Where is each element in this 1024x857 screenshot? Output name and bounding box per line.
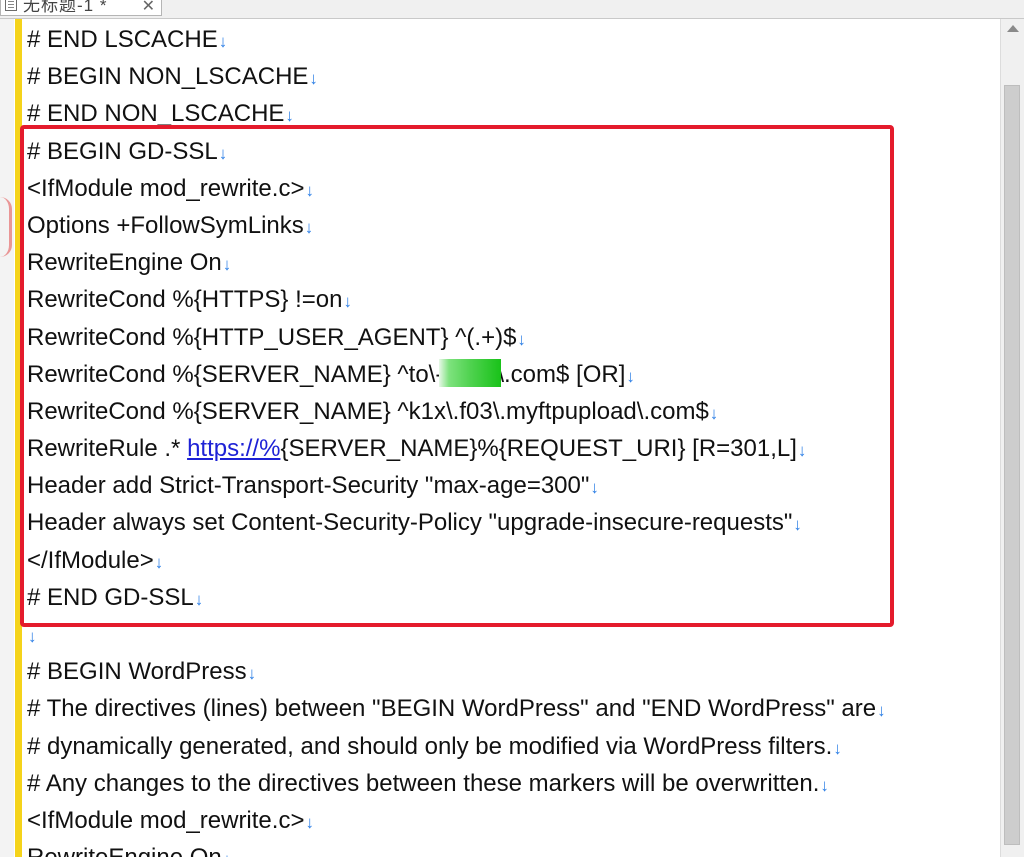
line-break-icon: ↓ <box>28 627 37 646</box>
line-break-icon: ↓ <box>517 329 526 349</box>
code-line[interactable]: # The directives (lines) between "BEGIN … <box>27 690 999 727</box>
url-link[interactable]: https://% <box>187 435 280 462</box>
line-break-icon: ↓ <box>626 366 635 386</box>
line-text: RewriteCond %{SERVER_NAME} ^to\- <box>27 360 444 388</box>
code-line[interactable]: # BEGIN GD-SSL↓ <box>27 133 999 170</box>
line-text: RewriteRule .* <box>27 435 188 463</box>
line-text: # END LSCACHE <box>27 26 218 53</box>
line-text: # dynamically generated, and should only… <box>27 732 833 760</box>
code-line[interactable]: # END NON_LSCACHE↓ <box>27 95 999 132</box>
code-line[interactable]: # END GD-SSL↓ <box>27 579 999 616</box>
line-text-after: {SERVER_NAME}%{REQUEST_URI} [R=301,L] <box>280 435 797 463</box>
code-line[interactable]: RewriteCond %{HTTP_USER_AGENT} ^(.+)$↓ <box>27 319 999 356</box>
line-text: RewriteCond %{SERVER_NAME} ^k1x\.f03\.my… <box>27 397 709 425</box>
line-break-icon: ↓ <box>305 180 314 200</box>
line-text: # Any changes to the directives between … <box>27 769 820 797</box>
line-break-icon: ↓ <box>247 664 257 684</box>
text-editor[interactable]: # END LSCACHE↓ # BEGIN NON_LSCACHE↓ # END … <box>27 19 999 857</box>
vertical-scrollbar[interactable] <box>1000 19 1024 857</box>
line-text: # BEGIN NON_LSCACHE <box>27 63 309 91</box>
line-break-icon: ↓ <box>820 775 829 795</box>
line-text: </IfModule> <box>27 546 154 574</box>
line-text: Options +FollowSymLinks <box>27 211 304 239</box>
change-gutter-bar <box>15 19 22 857</box>
red-annotation-mark <box>0 197 12 257</box>
close-icon[interactable]: ✕ <box>142 0 155 15</box>
code-line[interactable]: Header add Strict-Transport-Security "ma… <box>27 467 999 504</box>
line-text: # END GD-SSL <box>27 583 194 611</box>
line-break-icon: ↓ <box>305 812 314 832</box>
line-text: RewriteEngine On <box>27 249 222 277</box>
code-line[interactable]: RewriteCond %{SERVER_NAME} ^to\- \.com$ [… <box>27 356 999 393</box>
code-line[interactable]: Options +FollowSymLinks↓ <box>27 207 999 244</box>
line-break-icon: ↓ <box>194 589 204 609</box>
code-line[interactable]: RewriteCond %{SERVER_NAME} ^k1x\.f03\.my… <box>27 393 999 430</box>
code-line[interactable]: # BEGIN WordPress↓ <box>27 653 999 690</box>
line-text-after: \.com$ [OR] <box>497 360 626 388</box>
line-break-icon: ↓ <box>877 701 886 721</box>
line-break-icon: ↓ <box>285 106 294 126</box>
code-line[interactable]: # END LSCACHE↓ <box>27 21 999 58</box>
code-line[interactable]: RewriteEngine On↓ <box>27 244 999 281</box>
line-break-icon: ↓ <box>154 552 164 572</box>
redaction-block <box>439 358 502 387</box>
line-break-icon: ↓ <box>309 69 318 89</box>
line-text: RewriteEngine On <box>27 844 222 857</box>
code-line[interactable]: </IfModule>↓ <box>27 542 999 579</box>
code-line[interactable]: # Any changes to the directives between … <box>27 765 999 802</box>
line-break-icon: ↓ <box>223 841 232 857</box>
code-line[interactable]: <IfModule mod_rewrite.c>↓ <box>27 170 999 207</box>
code-line[interactable]: Header always set Content-Security-Polic… <box>27 504 999 541</box>
line-break-icon: ↓ <box>590 478 599 498</box>
scrollbar-thumb[interactable] <box>1004 85 1020 845</box>
line-text: Header add Strict-Transport-Security "ma… <box>27 472 590 500</box>
line-break-icon: ↓ <box>218 32 228 51</box>
line-break-icon: ↓ <box>833 738 842 758</box>
line-break-icon: ↓ <box>793 515 802 535</box>
code-line[interactable]: # BEGIN NON_LSCACHE↓ <box>27 58 999 95</box>
code-line[interactable]: RewriteRule .* https://%{SERVER_NAME}%{R… <box>27 430 999 467</box>
line-text: Header always set Content-Security-Polic… <box>27 509 793 537</box>
line-text: # BEGIN GD-SSL <box>27 137 218 165</box>
document-icon <box>5 0 17 11</box>
line-break-icon: ↓ <box>343 292 352 312</box>
code-line[interactable]: ↓ <box>27 616 999 653</box>
line-text: <IfModule mod_rewrite.c> <box>27 806 305 834</box>
line-text: RewriteCond %{HTTPS} !=on <box>27 286 343 314</box>
line-text: RewriteCond %{HTTP_USER_AGENT} ^(.+)$ <box>27 323 517 351</box>
code-line[interactable]: RewriteCond %{HTTPS} !=on↓ <box>27 281 999 318</box>
line-break-icon: ↓ <box>709 403 719 423</box>
tab-untitled-1[interactable]: 无标题-1 * ✕ <box>0 0 162 16</box>
code-line[interactable]: RewriteEngine On↓ <box>27 839 999 857</box>
line-break-icon: ↓ <box>218 143 228 163</box>
line-break-icon: ↓ <box>304 217 314 237</box>
line-text: # END NON_LSCACHE <box>27 100 285 128</box>
tab-bar: 无标题-1 * ✕ <box>0 0 1024 19</box>
line-text: <IfModule mod_rewrite.c> <box>27 174 305 202</box>
line-break-icon: ↓ <box>222 255 232 275</box>
code-line[interactable]: # dynamically generated, and should only… <box>27 728 999 765</box>
left-margin <box>0 19 14 857</box>
code-line[interactable]: <IfModule mod_rewrite.c>↓ <box>27 802 999 839</box>
line-text: # BEGIN WordPress <box>27 658 247 686</box>
line-text: # The directives (lines) between "BEGIN … <box>27 695 877 723</box>
line-break-icon: ↓ <box>797 441 807 461</box>
tab-label: 无标题-1 * <box>23 0 108 15</box>
scroll-up-arrow-icon[interactable] <box>1007 25 1019 32</box>
